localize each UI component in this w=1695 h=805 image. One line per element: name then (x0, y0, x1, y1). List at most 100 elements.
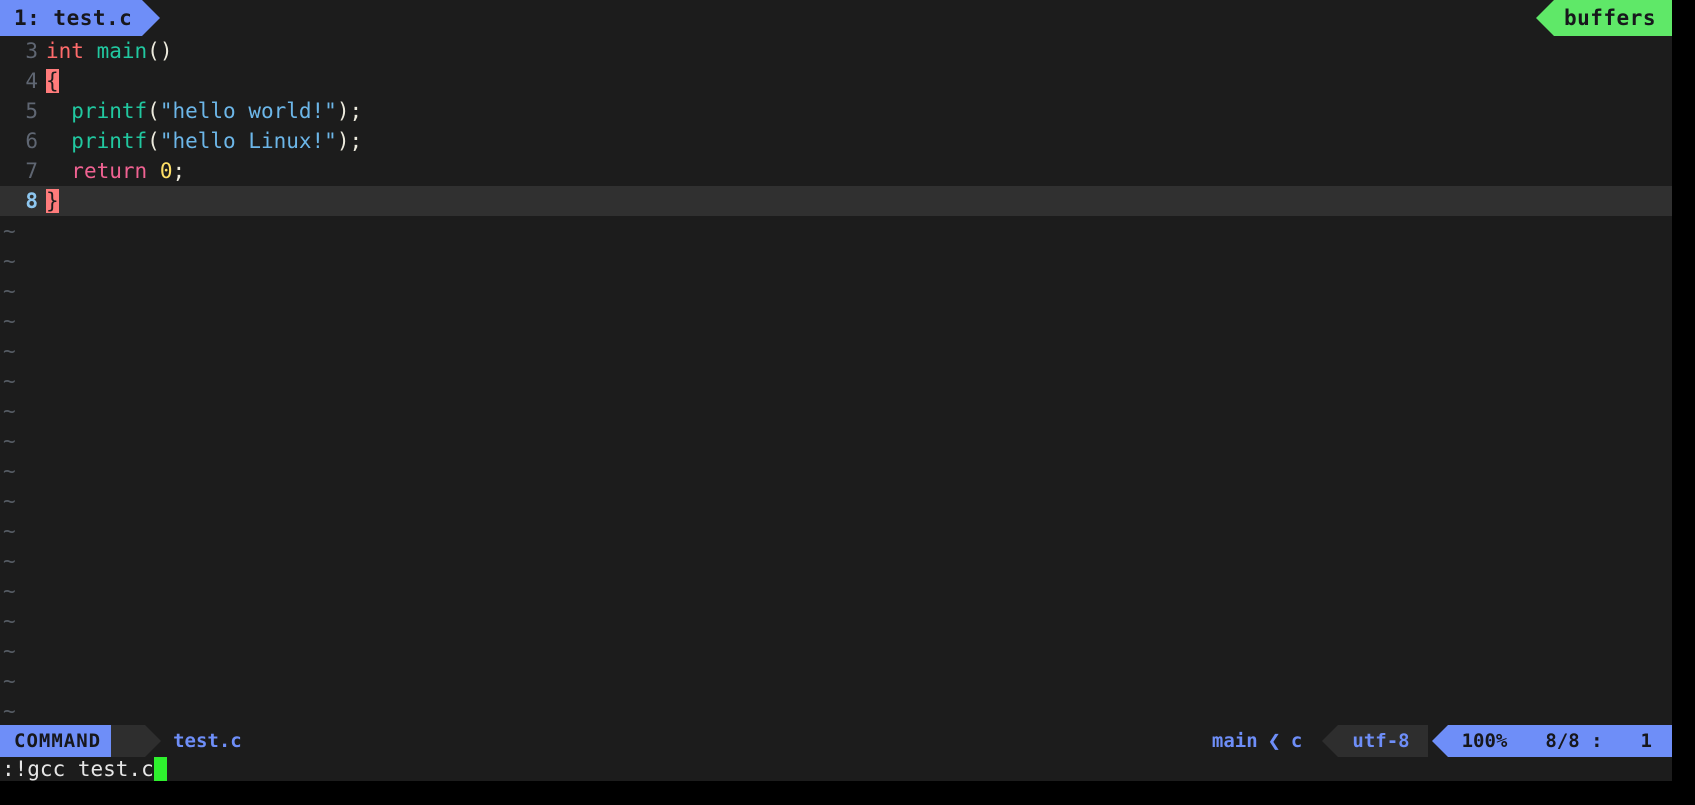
code-token: ( (147, 99, 160, 123)
tilde-marker: ~ (3, 279, 16, 303)
code-token: return (71, 159, 148, 183)
line-number: 7 (25, 159, 38, 183)
encoding-indicator: utf-8 (1322, 725, 1428, 757)
tilde-marker: ~ (3, 219, 16, 243)
tilde-marker: ~ (3, 309, 16, 333)
tilde-marker: ~ (3, 549, 16, 573)
line-content: printf("hello world!"); (46, 96, 1672, 126)
line-number: 3 (25, 39, 38, 63)
tilde-marker: ~ (3, 249, 16, 273)
filetype-label: c (1290, 730, 1303, 752)
code-token: ( (147, 129, 160, 153)
status-spacer (242, 725, 1212, 757)
code-token: "hello Linux!" (159, 129, 337, 153)
scroll-percent-label: 100% (1461, 730, 1508, 752)
code-line[interactable]: 7 return 0; (0, 156, 1672, 186)
code-token: ); (336, 99, 363, 123)
status-line: COMMAND test.c main ❮ c utf-8 100% 8/8 :… (0, 725, 1672, 757)
empty-line-row: ~ (0, 606, 1672, 636)
empty-line-row: ~ (0, 636, 1672, 666)
empty-line-row: ~ (0, 696, 1672, 726)
line-position-label: 8/8 : (1545, 730, 1603, 752)
empty-line-row: ~ (0, 546, 1672, 576)
code-token: 0 (159, 159, 173, 183)
encoding-label: utf-8 (1352, 730, 1410, 752)
tilde-marker: ~ (3, 669, 16, 693)
line-content: printf("hello Linux!"); (46, 126, 1672, 156)
line-number: 5 (25, 99, 38, 123)
mode-separator (111, 725, 162, 757)
empty-line-row: ~ (0, 426, 1672, 456)
code-token: () (147, 39, 173, 63)
empty-line-row: ~ (0, 336, 1672, 366)
tilde-marker: ~ (3, 459, 16, 483)
empty-line-row: ~ (0, 216, 1672, 246)
code-token: "hello world!" (159, 99, 337, 123)
empty-line-markers: ~~~~~~~~~~~~~~~~~~ (0, 216, 1672, 756)
empty-line-row: ~ (0, 666, 1672, 696)
code-line[interactable]: 5 printf("hello world!"); (0, 96, 1672, 126)
line-content: } (46, 186, 1672, 216)
code-line[interactable]: 6 printf("hello Linux!"); (0, 126, 1672, 156)
code-lines: 3 int main() 4{5 printf("hello world!"); 6 … (0, 36, 1672, 216)
code-line[interactable]: 4{ (0, 66, 1672, 96)
code-token: ; (172, 159, 186, 183)
tilde-marker: ~ (3, 579, 16, 603)
tilde-marker: ~ (3, 609, 16, 633)
tilde-marker: ~ (3, 489, 16, 513)
tilde-marker: ~ (3, 399, 16, 423)
code-line[interactable]: 3 int main() (0, 36, 1672, 66)
tilde-marker: ~ (3, 639, 16, 663)
line-number: 6 (25, 129, 38, 153)
empty-line-row: ~ (0, 246, 1672, 276)
empty-line-row: ~ (0, 516, 1672, 546)
line-content: int main() (46, 36, 1672, 66)
tabline: 1: test.c buffers (0, 0, 1672, 36)
tilde-marker: ~ (3, 429, 16, 453)
tab-label: 1: test.c (14, 6, 133, 30)
code-token: ); (336, 129, 363, 153)
command-line-text: :!gcc test.c (2, 757, 154, 781)
code-token: } (46, 189, 59, 213)
empty-line-row: ~ (0, 576, 1672, 606)
empty-line-row: ~ (0, 486, 1672, 516)
empty-line-row: ~ (0, 396, 1672, 426)
code-line[interactable]: 8} (0, 186, 1672, 216)
position-indicator: 100% 8/8 : 1 (1431, 725, 1672, 757)
code-editor-area[interactable]: 3 int main() 4{5 printf("hello world!"); 6 … (0, 36, 1672, 753)
git-branch-label: main (1211, 730, 1258, 752)
code-token: int (46, 39, 84, 63)
text-cursor (153, 757, 167, 781)
code-token: main (96, 39, 148, 63)
column-label: 1 (1640, 730, 1652, 752)
empty-line-row: ~ (0, 306, 1672, 336)
tilde-marker: ~ (3, 519, 16, 543)
code-token: { (46, 69, 59, 93)
code-token: printf (71, 99, 148, 123)
line-content: { (46, 66, 1672, 96)
buffers-indicator[interactable]: buffers (1535, 0, 1672, 36)
tab-test-c[interactable]: 1: test.c (0, 0, 161, 36)
empty-line-row: ~ (0, 456, 1672, 486)
tilde-marker: ~ (3, 699, 16, 723)
buffers-label: buffers (1563, 6, 1656, 30)
line-content: return 0; (46, 156, 1672, 186)
code-token: printf (71, 129, 148, 153)
line-number: 4 (25, 69, 38, 93)
command-line[interactable]: :!gcc test.c (0, 757, 1672, 781)
tilde-marker: ~ (3, 369, 16, 393)
mode-indicator: COMMAND (0, 725, 128, 757)
empty-line-row: ~ (0, 366, 1672, 396)
mode-label: COMMAND (14, 730, 102, 752)
tilde-marker: ~ (3, 339, 16, 363)
git-branch-section: main ❮ c (1212, 725, 1316, 757)
editor-window: 1: test.c buffers 3 int main() 4{5 printf(… (0, 0, 1672, 781)
chevron-left-icon: ❮ (1267, 728, 1281, 754)
status-filename-label: test.c (173, 730, 242, 752)
empty-line-row: ~ (0, 276, 1672, 306)
